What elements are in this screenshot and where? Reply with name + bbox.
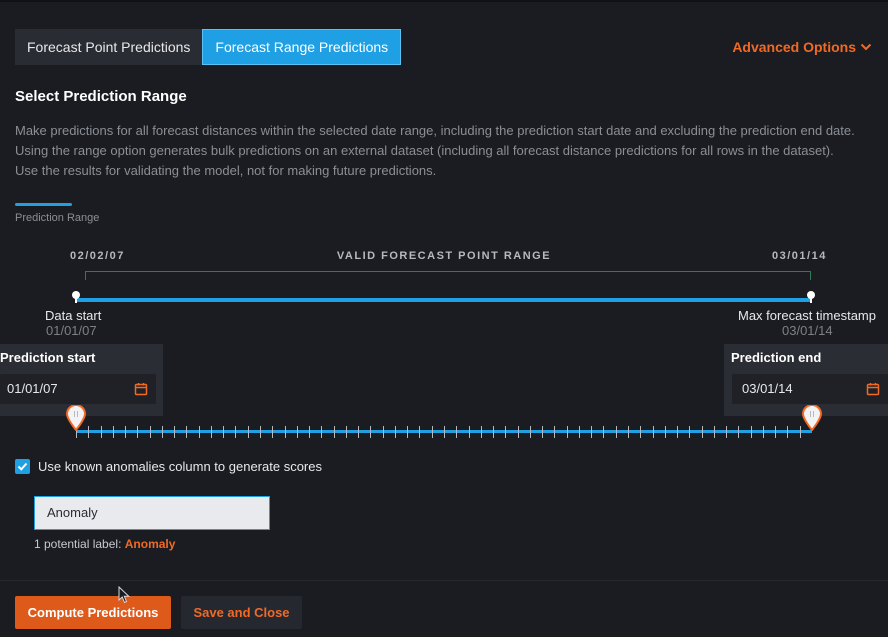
save-and-close-button[interactable]: Save and Close (181, 596, 302, 629)
prediction-mode-tabs: Forecast Point Predictions Forecast Rang… (15, 29, 402, 65)
tab-forecast-point-predictions[interactable]: Forecast Point Predictions (15, 29, 203, 65)
max-forecast-marker (807, 291, 815, 303)
range-description: Make predictions for all forecast distan… (15, 123, 855, 178)
data-start-label: Data start (45, 308, 102, 323)
prediction-end-value: 03/01/14 (742, 381, 793, 396)
section-title: Select Prediction Range (15, 88, 187, 105)
calendar-icon[interactable] (134, 382, 148, 396)
prediction-end-title: Prediction end (731, 350, 822, 365)
valid-range-bracket (85, 271, 811, 280)
anomaly-checkbox-label: Use known anomalies column to generate s… (38, 459, 322, 474)
max-forecast-date: 03/01/14 (782, 323, 833, 338)
prediction-start-title: Prediction start (0, 350, 96, 365)
slider-tick-marks (76, 426, 801, 438)
checkmark-icon (17, 462, 28, 471)
data-start-marker (72, 291, 80, 303)
potential-label-prefix: 1 potential label: (34, 537, 122, 551)
footer-divider (0, 580, 888, 581)
compute-predictions-button[interactable]: Compute Predictions (15, 596, 171, 629)
valid-range-label: VALID FORECAST POINT RANGE (336, 250, 552, 262)
slider-start-handle[interactable] (66, 405, 86, 431)
anomaly-column-value: Anomaly (47, 505, 98, 520)
potential-label-value[interactable]: Anomaly (125, 537, 176, 551)
anomaly-checkbox[interactable] (15, 459, 30, 474)
prediction-start-input[interactable]: 01/01/07 (0, 374, 156, 404)
calendar-icon[interactable] (866, 382, 880, 396)
anomaly-column-input[interactable]: Anomaly (34, 496, 270, 530)
data-start-date: 01/01/07 (46, 323, 97, 338)
prediction-start-value: 01/01/07 (7, 381, 58, 396)
top-strip (0, 0, 888, 2)
data-timeline-bar (76, 298, 811, 302)
max-forecast-label: Max forecast timestamp (738, 308, 876, 323)
valid-range-end-date: 03/01/14 (772, 250, 827, 262)
anomaly-checkbox-row[interactable]: Use known anomalies column to generate s… (15, 459, 322, 474)
advanced-options-toggle[interactable]: Advanced Options (732, 39, 872, 55)
prediction-end-input[interactable]: 03/01/14 (732, 374, 888, 404)
range-tab-label: Prediction Range (15, 212, 100, 224)
tab-forecast-range-predictions[interactable]: Forecast Range Predictions (202, 29, 402, 65)
potential-label-text: 1 potential label: Anomaly (34, 537, 175, 551)
chevron-down-icon (860, 43, 872, 51)
range-tab-indicator (15, 203, 72, 206)
mouse-cursor-icon (118, 586, 130, 604)
slider-end-handle[interactable] (802, 405, 822, 431)
advanced-options-label: Advanced Options (732, 39, 856, 55)
